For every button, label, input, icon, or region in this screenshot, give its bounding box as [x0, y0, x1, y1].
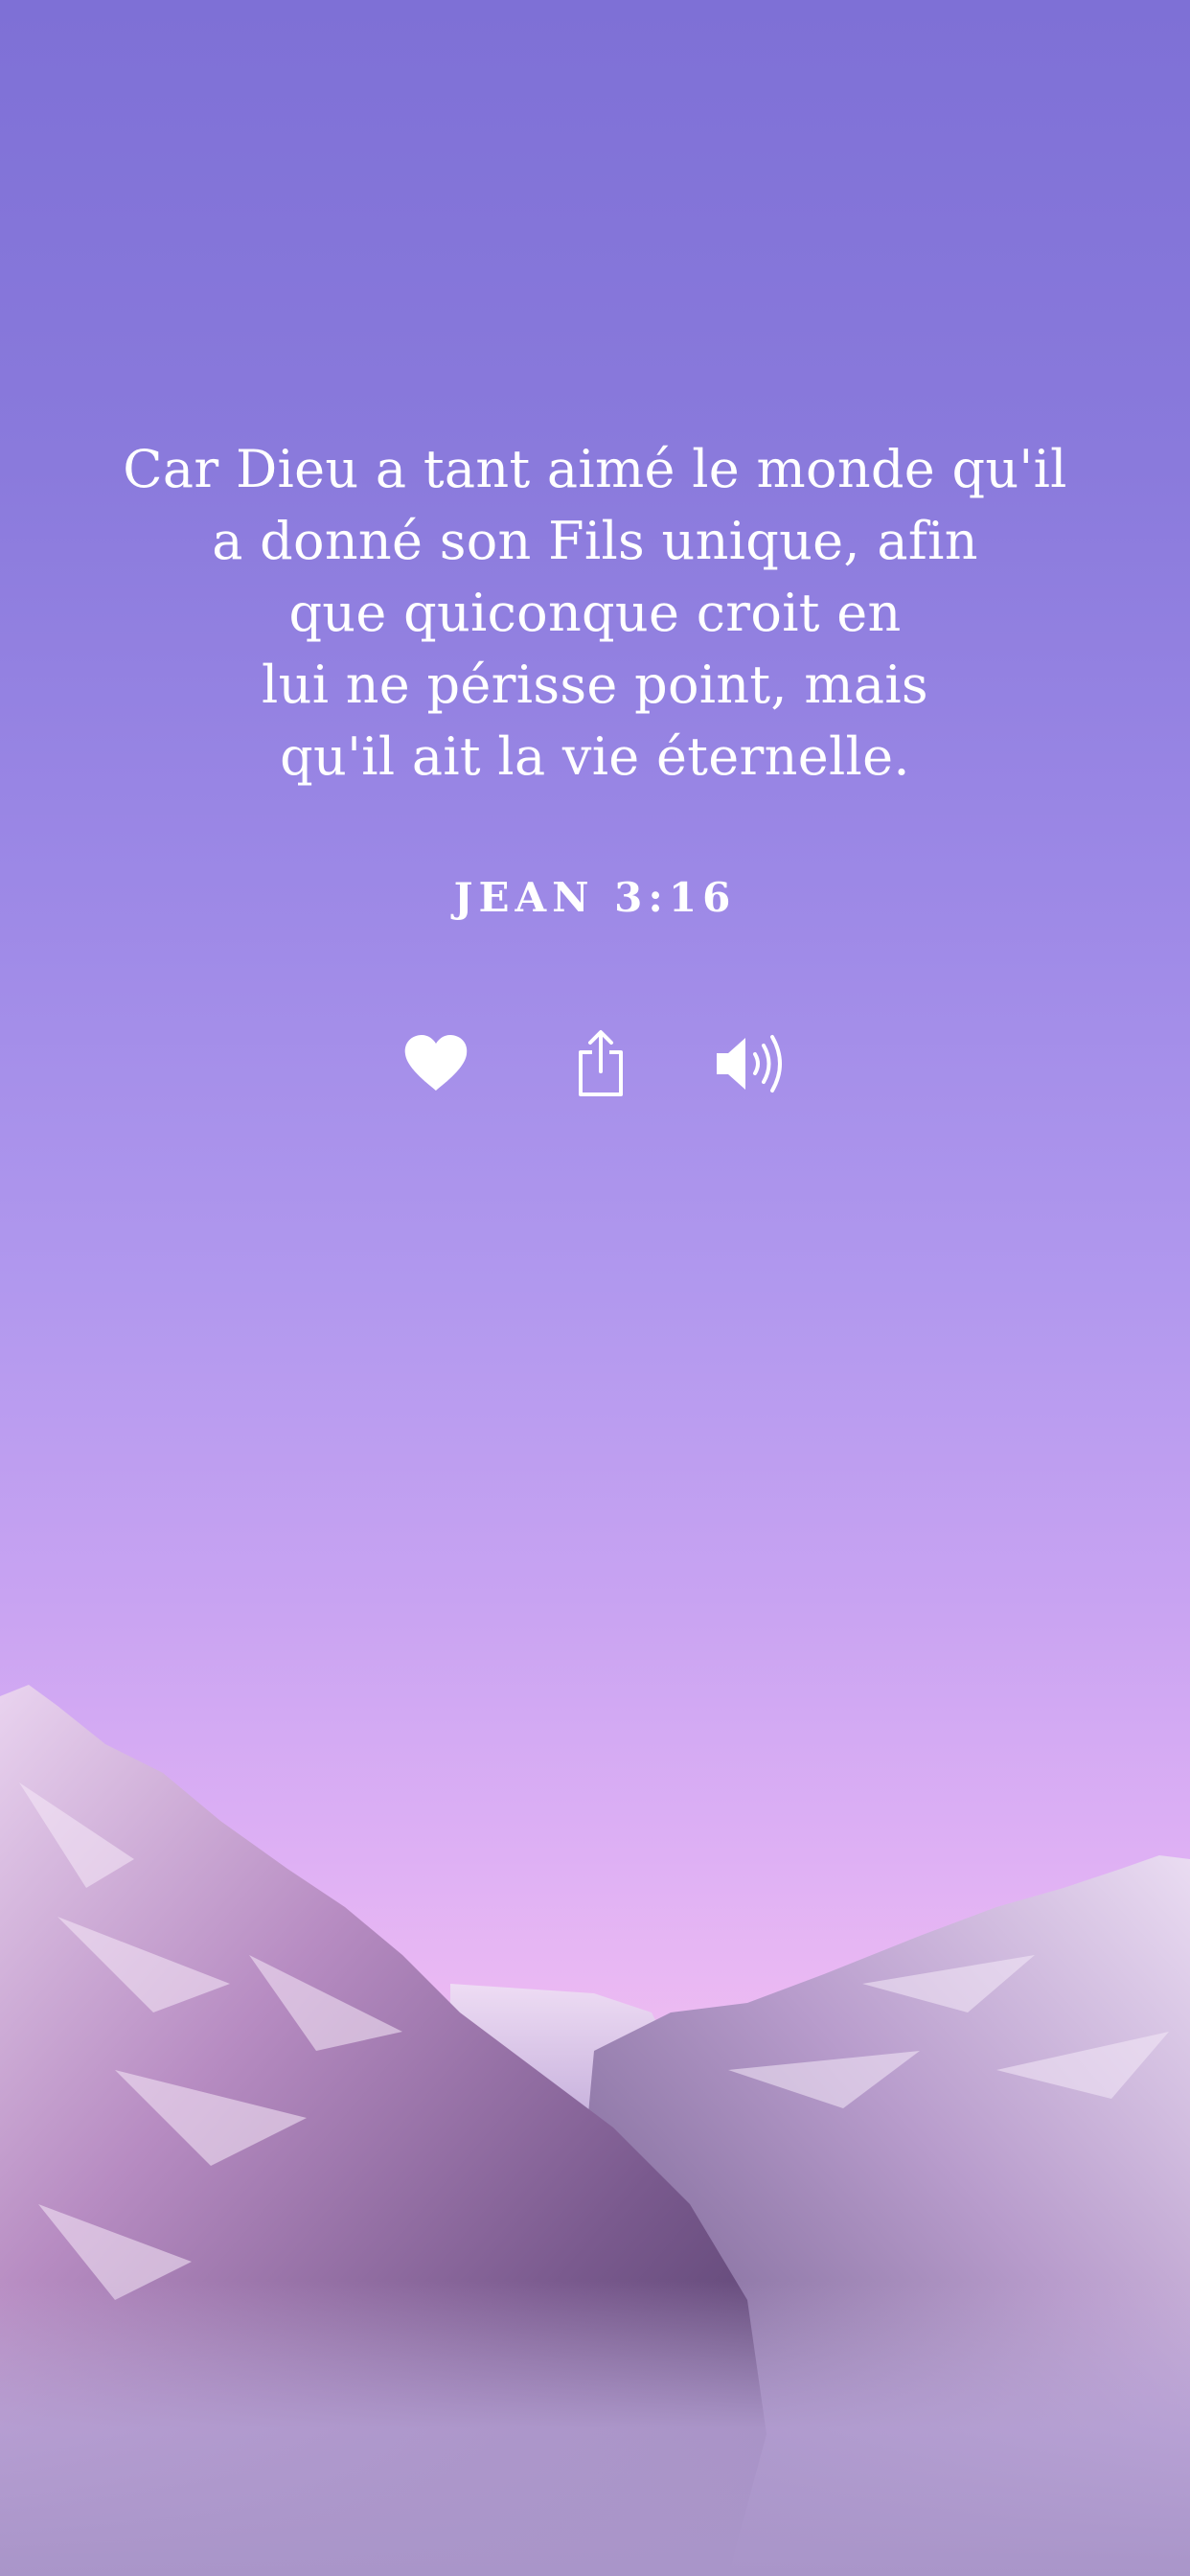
share-button[interactable] [561, 1024, 641, 1104]
mountain-background [0, 1685, 1190, 2576]
action-bar [0, 1024, 1190, 1104]
heart-icon [404, 1035, 468, 1091]
verse-text: Car Dieu a tant aimé le monde qu'il a do… [57, 433, 1133, 793]
verse-container: Car Dieu a tant aimé le monde qu'il a do… [57, 433, 1133, 793]
verse-line: a donné son Fils unique, afin [212, 511, 978, 571]
verse-line: qu'il ait la vie éternelle. [280, 726, 910, 787]
share-icon [579, 1030, 623, 1096]
verse-reference: JEAN 3:16 [453, 874, 737, 921]
verse-line: Car Dieu a tant aimé le monde qu'il [123, 439, 1067, 499]
listen-button[interactable] [711, 1024, 791, 1104]
verse-line: que quiconque croit en [288, 583, 902, 643]
verse-screen: Car Dieu a tant aimé le monde qu'il a do… [0, 0, 1190, 2576]
like-button[interactable] [396, 1024, 476, 1104]
verse-line: lui ne périsse point, mais [262, 655, 928, 715]
speaker-icon [717, 1035, 782, 1092]
